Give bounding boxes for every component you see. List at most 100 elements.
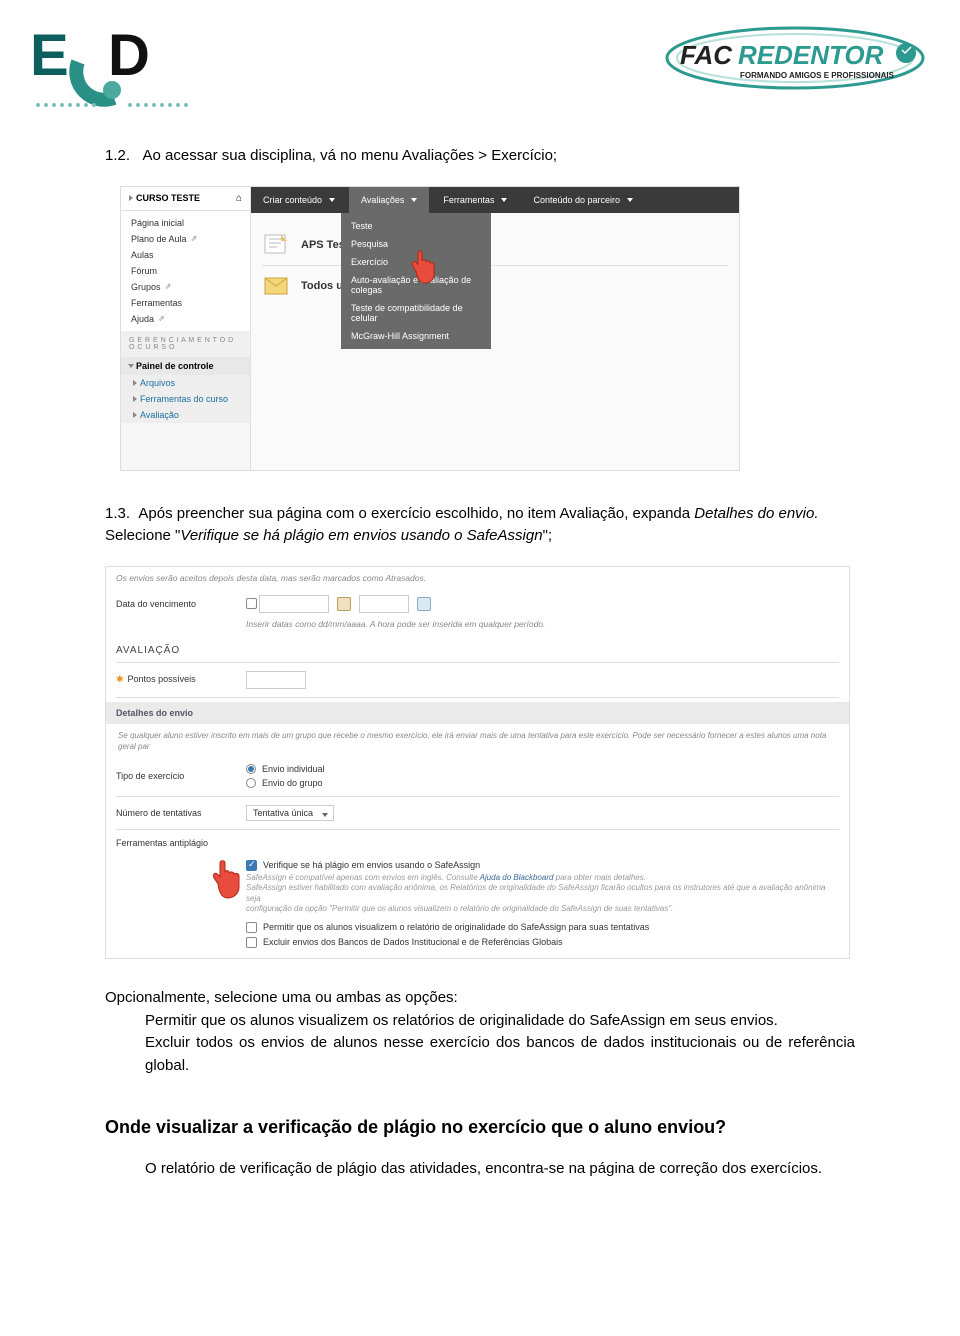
type-label: Tipo de exercício <box>116 771 226 781</box>
sidebar-nav: Página inicial Plano de Aula⇗ Aulas Fóru… <box>121 211 250 331</box>
document-content: 1.2. Ao acessar sua disciplina, vá no me… <box>0 145 960 1221</box>
content-item-aps-teste[interactable]: APS Teste <box>263 225 727 266</box>
chevron-down-icon <box>329 198 335 202</box>
ead-globe <box>103 81 121 99</box>
tries-select[interactable]: Tentativa única <box>246 805 334 821</box>
checkbox-icon <box>246 937 257 948</box>
toolbar-ferramentas[interactable]: Ferramentas <box>431 187 519 213</box>
content-item-todos[interactable]: Todos us <box>263 266 727 306</box>
points-row: ✱Pontos possíveis <box>106 665 849 695</box>
external-icon: ⇗ <box>158 314 165 323</box>
dropdown-teste[interactable]: Teste <box>341 217 491 235</box>
step-num: 1.3. <box>105 505 130 522</box>
sidebar-item-ajuda[interactable]: Ajuda⇗ <box>121 311 250 327</box>
chevron-down-icon <box>411 198 417 202</box>
home-icon[interactable]: ⌂ <box>236 193 242 204</box>
details-header[interactable]: Detalhes do envio <box>106 702 849 724</box>
section-avaliacao: AVALIAÇÃO <box>106 635 849 660</box>
external-icon: ⇗ <box>191 234 198 243</box>
step-text-part1: Após preencher sua página com o exercíci… <box>138 505 694 522</box>
due-time-input[interactable] <box>359 595 409 613</box>
logo-redentor: REDENTOR <box>738 40 884 70</box>
step-em1: Detalhes do envio. <box>694 505 818 522</box>
sidebar-control-panel[interactable]: Painel de controle <box>121 357 250 375</box>
ead-e: E <box>30 23 69 88</box>
toolbar-conteudo-parceiro[interactable]: Conteúdo do parceiro <box>521 187 645 213</box>
logo-fac: FAC <box>680 40 733 70</box>
pointer-hand-icon <box>406 247 440 285</box>
tries-label: Número de tentativas <box>116 808 226 818</box>
safeassign-note-3: configuração da opção "Permitir que os a… <box>246 904 839 914</box>
chevron-down-icon <box>501 198 507 202</box>
sidebar-item-aulas[interactable]: Aulas <box>121 247 250 263</box>
sidebar-item-pagina-inicial[interactable]: Página inicial <box>121 215 250 231</box>
checkbox-icon <box>246 860 257 871</box>
page-header: E . D FAC REDENTOR FORMANDO AMIGOS E PRO… <box>0 0 960 115</box>
calendar-icon[interactable] <box>337 597 351 611</box>
step-text-part3: "; <box>543 527 553 544</box>
document-icon <box>263 233 291 257</box>
pointer-hand-icon <box>206 856 246 900</box>
option-2: Excluir todos os envios de alunos nesse … <box>105 1032 855 1077</box>
blackboard-help-link[interactable]: Ajuda do Blackboard <box>480 873 554 882</box>
radio-icon <box>246 764 256 774</box>
optional-options-block: Opcionalmente, selecione uma ou ambas as… <box>105 987 855 1077</box>
radio-envio-grupo[interactable]: Envio do grupo <box>246 778 325 788</box>
step-text-part2: Selecione " <box>105 527 180 544</box>
divider <box>116 829 839 830</box>
section-heading: Onde visualizar a verificação de plágio … <box>105 1117 855 1138</box>
type-radios: Envio individual Envio do grupo <box>246 764 325 788</box>
toolbar-criar-conteudo[interactable]: Criar conteúdo <box>251 187 347 213</box>
sidebar-avaliacao[interactable]: Avaliação <box>121 407 250 423</box>
due-date-label: Data do vencimento <box>116 599 226 609</box>
type-row: Tipo de exercício Envio individual Envio… <box>106 758 849 794</box>
course-sidebar: CURSO TESTE ⌂ Página inicial Plano de Au… <box>121 187 251 470</box>
due-checkbox[interactable] <box>246 598 257 609</box>
sidebar-item-grupos[interactable]: Grupos⇗ <box>121 279 250 295</box>
sidebar-item-plano-de-aula[interactable]: Plano de Aula⇗ <box>121 231 250 247</box>
dropdown-mcgraw[interactable]: McGraw-Hill Assignment <box>341 327 491 345</box>
sidebar-arquivos[interactable]: Arquivos <box>121 375 250 391</box>
required-star-icon: ✱ <box>116 674 124 684</box>
course-main: Criar conteúdo Avaliações Ferramentas Co… <box>251 187 739 470</box>
antiplagio-options: Verifique se há plágio em envios usando … <box>106 854 849 959</box>
divider <box>116 796 839 797</box>
external-icon: ⇗ <box>165 282 172 291</box>
checkbox-icon <box>246 922 257 933</box>
screenshot-menu-avaliacoes: CURSO TESTE ⌂ Página inicial Plano de Au… <box>120 186 740 471</box>
course-title: CURSO TESTE <box>136 193 200 203</box>
sidebar-item-forum[interactable]: Fórum <box>121 263 250 279</box>
checkbox-safeassign-main[interactable]: Verifique se há plágio em envios usando … <box>246 858 839 873</box>
radio-envio-individual[interactable]: Envio individual <box>246 764 325 774</box>
toolbar-avaliacoes[interactable]: Avaliações <box>349 187 429 213</box>
details-info: Se qualquer aluno estiver inscrito em ma… <box>106 724 849 758</box>
antiplagio-row: Ferramentas antiplágio <box>106 832 849 854</box>
points-input[interactable] <box>246 671 306 689</box>
step-text: Ao acessar sua disciplina, vá no menu Av… <box>143 147 558 164</box>
options-intro: Opcionalmente, selecione uma ou ambas as… <box>105 987 855 1010</box>
tries-row: Número de tentativas Tentativa única <box>106 799 849 827</box>
step-em2: Verifique se há plágio em envios usando … <box>180 527 542 544</box>
logo-ead: E . D <box>30 20 190 115</box>
due-hint: Inserir datas como dd/mm/aaaa. A hora po… <box>106 613 849 635</box>
clock-icon[interactable] <box>417 597 431 611</box>
checkbox-permit-view[interactable]: Permitir que os alunos visualizem o rela… <box>246 920 839 935</box>
safeassign-note-1: SafeAssign é compatível apenas com envio… <box>246 873 839 883</box>
sidebar-item-ferramentas[interactable]: Ferramentas <box>121 295 250 311</box>
points-label: ✱Pontos possíveis <box>116 674 226 685</box>
divider <box>116 697 839 698</box>
logo-tagline: FORMANDO AMIGOS E PROFISSIONAIS <box>740 71 895 80</box>
course-header: CURSO TESTE ⌂ <box>121 187 250 211</box>
chevron-down-icon <box>627 198 633 202</box>
chevron-down-icon <box>322 813 328 817</box>
due-date-input[interactable] <box>259 595 329 613</box>
radio-icon <box>246 778 256 788</box>
step-1-2: 1.2. Ao acessar sua disciplina, vá no me… <box>105 145 855 168</box>
content-body: APS Teste Todos us <box>251 213 739 318</box>
envelope-icon <box>263 274 291 298</box>
late-note: Os envios serão aceitos depois desta dat… <box>106 567 849 589</box>
sidebar-ferramentas-curso[interactable]: Ferramentas do curso <box>121 391 250 407</box>
checkbox-exclude-db[interactable]: Excluir envios dos Bancos de Dados Insti… <box>246 935 839 950</box>
screenshot-detalhes-envio: Os envios serão aceitos depois desta dat… <box>105 566 850 960</box>
dropdown-compatibilidade[interactable]: Teste de compatibilidade de celular <box>341 299 491 327</box>
